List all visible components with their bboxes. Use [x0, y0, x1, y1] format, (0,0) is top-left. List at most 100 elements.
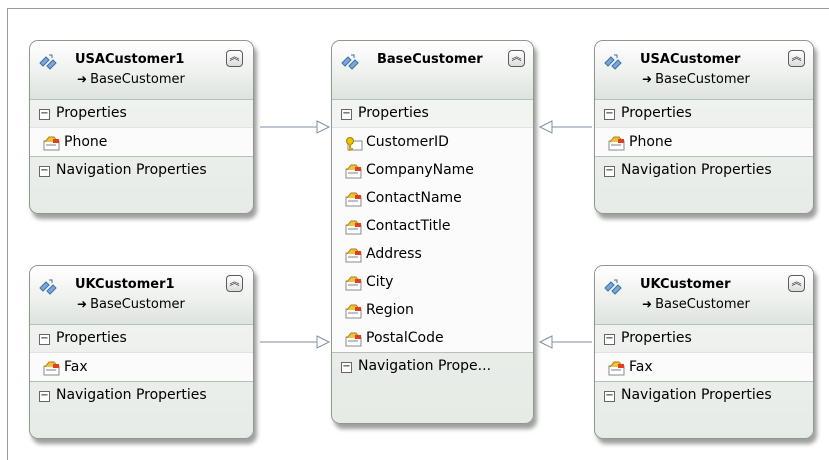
entity-header[interactable]: USACustomer ➜ BaseCustomer ︽: [595, 41, 813, 100]
entity-header[interactable]: UKCustomer1 ➜ BaseCustomer ︽: [30, 266, 253, 325]
property-name: PostalCode: [366, 330, 444, 346]
property-list: Fax: [30, 352, 253, 381]
entity-basecustomer[interactable]: BaseCustomer ︽ − Properties CustomerID Co…: [331, 40, 534, 424]
minus-expander-icon[interactable]: −: [341, 109, 352, 120]
base-type-name: BaseCustomer: [655, 72, 750, 87]
entity-header[interactable]: BaseCustomer ︽: [332, 41, 533, 100]
navigation-section-header[interactable]: − Navigation Prope...: [332, 352, 533, 380]
base-type-name: BaseCustomer: [655, 297, 750, 312]
entity-type-icon: [37, 277, 59, 295]
entity-ukcustomer[interactable]: UKCustomer ➜ BaseCustomer ︽ − Properties F…: [594, 265, 814, 439]
entity-header[interactable]: UKCustomer ➜ BaseCustomer ︽: [595, 266, 813, 325]
minus-expander-icon[interactable]: −: [604, 109, 615, 120]
properties-label: Properties: [56, 330, 127, 346]
property-list: Phone: [595, 127, 813, 156]
property-row[interactable]: Phone: [30, 128, 253, 156]
entity-name: BaseCustomer: [377, 52, 483, 67]
collapse-button[interactable]: ︽: [788, 50, 805, 67]
double-chevron-up-icon: ︽: [511, 52, 522, 63]
property-name: Phone: [64, 134, 108, 150]
property-row[interactable]: ContactName: [332, 184, 533, 212]
scalar-property-icon: [608, 359, 626, 376]
double-chevron-up-icon: ︽: [791, 277, 802, 288]
entity-name: UKCustomer: [640, 277, 731, 292]
navigation-section-header[interactable]: − Navigation Properties: [30, 156, 253, 184]
right-arrow-icon: ➜: [642, 72, 653, 86]
navigation-section-header[interactable]: − Navigation Properties: [30, 381, 253, 409]
scalar-property-icon: [43, 359, 61, 376]
property-row[interactable]: Fax: [595, 353, 813, 381]
minus-expander-icon[interactable]: −: [39, 166, 50, 177]
property-row[interactable]: PostalCode: [332, 324, 533, 352]
key-property-row[interactable]: CustomerID: [332, 128, 533, 156]
entity-type-icon: [339, 52, 361, 70]
entity-header[interactable]: USACustomer1 ➜ BaseCustomer ︽: [30, 41, 253, 100]
properties-section-header[interactable]: − Properties: [595, 325, 813, 352]
property-row[interactable]: Address: [332, 240, 533, 268]
property-row[interactable]: ContactTitle: [332, 212, 533, 240]
minus-expander-icon[interactable]: −: [39, 109, 50, 120]
inheritance-line-ukcustomer[interactable]: [538, 335, 592, 349]
right-arrow-icon: ➜: [642, 297, 653, 311]
properties-label: Properties: [621, 330, 692, 346]
base-type-name: BaseCustomer: [90, 72, 185, 87]
property-name: Fax: [64, 359, 88, 375]
scalar-property-icon: [345, 162, 363, 179]
minus-expander-icon[interactable]: −: [604, 334, 615, 345]
properties-section-header[interactable]: − Properties: [595, 100, 813, 127]
property-name: Region: [366, 302, 414, 318]
entity-ukcustomer1[interactable]: UKCustomer1 ➜ BaseCustomer ︽ − Properties …: [29, 265, 254, 439]
scalar-property-icon: [345, 302, 363, 319]
properties-section-header[interactable]: − Properties: [332, 100, 533, 127]
property-name: CompanyName: [366, 162, 474, 178]
entity-name: UKCustomer1: [75, 277, 175, 292]
base-type: ➜ BaseCustomer: [77, 297, 185, 312]
minus-expander-icon[interactable]: −: [39, 334, 50, 345]
inheritance-arrowhead: [538, 335, 553, 349]
property-row[interactable]: Fax: [30, 353, 253, 381]
inheritance-line-ukcustomer1[interactable]: [260, 335, 331, 349]
navigation-label: Navigation Properties: [56, 162, 207, 178]
minus-expander-icon[interactable]: −: [39, 391, 50, 402]
collapse-button[interactable]: ︽: [788, 275, 805, 292]
navigation-section-header[interactable]: − Navigation Properties: [595, 156, 813, 184]
property-row[interactable]: Region: [332, 296, 533, 324]
collapse-button[interactable]: ︽: [508, 50, 525, 67]
right-arrow-icon: ➜: [77, 297, 88, 311]
property-row[interactable]: CompanyName: [332, 156, 533, 184]
collapse-button[interactable]: ︽: [226, 275, 243, 292]
inheritance-arrowhead: [316, 120, 331, 134]
base-type: ➜ BaseCustomer: [77, 72, 185, 87]
base-type: ➜ BaseCustomer: [642, 72, 750, 87]
scalar-property-icon: [608, 134, 626, 151]
properties-section-header[interactable]: − Properties: [30, 100, 253, 127]
minus-expander-icon[interactable]: −: [341, 362, 352, 373]
minus-expander-icon[interactable]: −: [604, 391, 615, 402]
scalar-property-icon: [43, 134, 61, 151]
scalar-property-icon: [345, 274, 363, 291]
minus-expander-icon[interactable]: −: [604, 166, 615, 177]
property-name: ContactTitle: [366, 218, 451, 234]
properties-label: Properties: [621, 105, 692, 121]
navigation-label: Navigation Properties: [621, 162, 772, 178]
property-name: Fax: [629, 359, 653, 375]
property-row[interactable]: City: [332, 268, 533, 296]
entity-usacustomer1[interactable]: USACustomer1 ➜ BaseCustomer ︽ − Properties…: [29, 40, 254, 214]
inheritance-line-usacustomer1[interactable]: [260, 120, 331, 134]
entity-usacustomer[interactable]: USACustomer ➜ BaseCustomer ︽ − Properties …: [594, 40, 814, 214]
base-type: ➜ BaseCustomer: [642, 297, 750, 312]
property-list: Phone: [30, 127, 253, 156]
key-property-icon: [345, 134, 363, 151]
scalar-property-icon: [345, 190, 363, 207]
double-chevron-up-icon: ︽: [229, 52, 240, 63]
inheritance-line-usacustomer[interactable]: [538, 120, 592, 134]
navigation-label: Navigation Properties: [56, 387, 207, 403]
entity-type-icon: [602, 277, 624, 295]
collapse-button[interactable]: ︽: [226, 50, 243, 67]
properties-section-header[interactable]: − Properties: [30, 325, 253, 352]
right-arrow-icon: ➜: [77, 72, 88, 86]
entity-name: USACustomer: [640, 52, 741, 67]
scalar-property-icon: [345, 218, 363, 235]
property-row[interactable]: Phone: [595, 128, 813, 156]
navigation-section-header[interactable]: − Navigation Properties: [595, 381, 813, 409]
